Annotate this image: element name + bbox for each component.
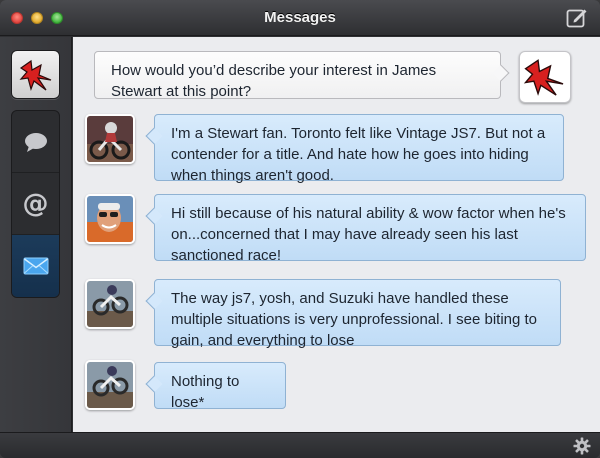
- account-button[interactable]: [11, 50, 60, 99]
- red-lightning-logo-icon: [523, 59, 564, 96]
- red-lightning-logo-icon: [19, 59, 52, 91]
- sidebar-item-messages[interactable]: [12, 235, 59, 297]
- sender-avatar[interactable]: [85, 194, 135, 244]
- title-bar: Messages: [0, 0, 600, 36]
- sender-avatar[interactable]: [85, 114, 135, 164]
- bottom-bar: [0, 432, 600, 458]
- speech-bubble-icon: [24, 132, 47, 152]
- message-bubble-incoming: I'm a Stewart fan. Toronto felt like Vin…: [145, 114, 564, 184]
- at-sign-icon: @: [22, 188, 49, 219]
- message-bubble-incoming: The way js7, yosh, and Suzuki have handl…: [145, 279, 561, 349]
- motocross-jump-photo: [87, 362, 133, 408]
- conversation-pane: How would you’d describe your interest i…: [73, 37, 600, 432]
- messages-window: Messages @ How would you’d describe your…: [0, 0, 600, 458]
- sidebar-item-mentions[interactable]: @: [12, 173, 59, 235]
- person-with-sunglasses-photo: [87, 196, 133, 242]
- gear-icon: [573, 437, 591, 455]
- window-title: Messages: [264, 9, 336, 26]
- envelope-icon: [23, 257, 48, 275]
- sidebar: @: [0, 37, 72, 432]
- message-text: Hi still because of his natural ability …: [171, 205, 566, 264]
- sidebar-nav: @: [11, 110, 60, 298]
- message-text: How would you’d describe your interest i…: [111, 62, 437, 100]
- sidebar-item-chat[interactable]: [12, 111, 59, 173]
- sender-avatar[interactable]: [85, 279, 135, 329]
- message-text: The way js7, yosh, and Suzuki have handl…: [171, 290, 538, 349]
- message-bubble-outgoing: How would you’d describe your interest i…: [94, 51, 510, 100]
- motocross-jump-photo: [87, 281, 133, 327]
- my-avatar[interactable]: [519, 51, 571, 103]
- motocross-rider-photo: [87, 116, 133, 162]
- message-text: Nothing to lose*: [171, 373, 240, 411]
- message-bubble-incoming: Nothing to lose*: [145, 362, 286, 411]
- message-text: I'm a Stewart fan. Toronto felt like Vin…: [171, 125, 546, 184]
- compose-button[interactable]: [566, 7, 588, 29]
- compose-icon: [566, 9, 587, 28]
- sender-avatar[interactable]: [85, 360, 135, 410]
- message-bubble-incoming: Hi still because of his natural ability …: [145, 194, 586, 264]
- settings-button[interactable]: [573, 437, 591, 455]
